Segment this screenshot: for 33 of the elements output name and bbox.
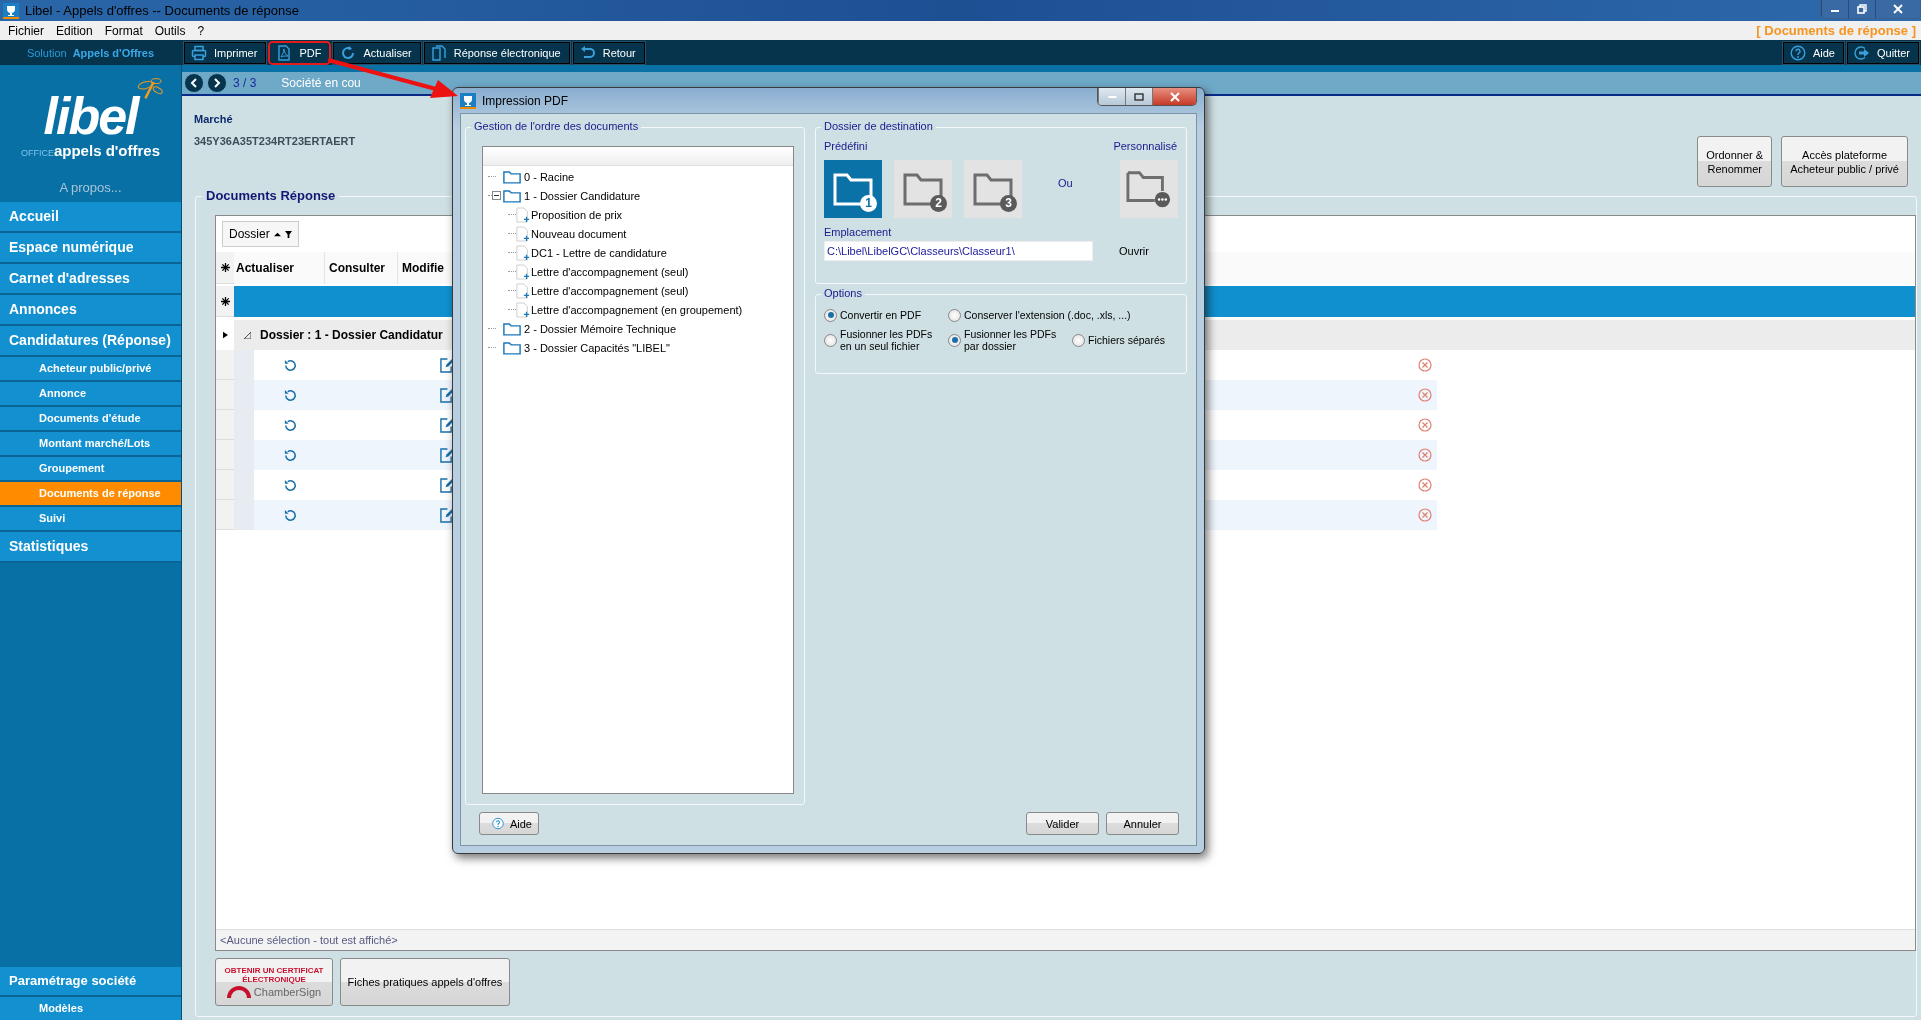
option-label: Fusionner les PDFs par dossier bbox=[964, 328, 1057, 352]
group-title: Gestion de l'ordre des documents bbox=[471, 120, 642, 132]
window-title: Libel - Appels d'offres -- Documents de réponse bbox=[25, 3, 299, 18]
option-label: Fusionner les PDFs en un seul fichier bbox=[840, 328, 933, 352]
group-title: Options bbox=[821, 287, 865, 299]
field-label: Emplacement bbox=[824, 226, 893, 238]
solution-label: Solution bbox=[26, 46, 67, 59]
group-title: Dossier de destination bbox=[821, 120, 936, 132]
section-label: Prédéfini bbox=[824, 140, 868, 152]
breadcrumb: [ Documents de réponse ] bbox=[1756, 23, 1916, 38]
option-label: Convertir en PDF bbox=[840, 309, 922, 321]
grid-status: <Aucune sélection - tout est affiché> bbox=[216, 929, 1915, 950]
option-label: Conserver l'extension (.doc, .xls, ...) bbox=[964, 309, 1131, 321]
solution-name: Appels d'Offres bbox=[72, 46, 155, 59]
field-value: 345Y36A35T234RT23ERTAERT bbox=[194, 135, 356, 147]
folder-badge: 2 bbox=[930, 195, 947, 212]
certificate-text: ÉLECTRONIQUE bbox=[242, 975, 306, 984]
section-label: Personnalisé bbox=[1113, 140, 1177, 152]
field-label: Marché bbox=[194, 113, 234, 125]
option-label: Fichiers séparés bbox=[1088, 334, 1166, 346]
certificate-brand: ChamberSign bbox=[253, 986, 322, 998]
dialog-title: Impression PDF bbox=[482, 93, 569, 108]
folder-badge: 1 bbox=[860, 195, 877, 212]
certificate-text: OBTENIR UN CERTIFICAT bbox=[224, 966, 324, 975]
logo-wordmark: libel bbox=[43, 90, 138, 142]
panel-title: Documents Réponse bbox=[202, 188, 340, 203]
folder-badge: 3 bbox=[1000, 195, 1017, 212]
group-row-label: Dossier : 1 - Dossier Candidatur bbox=[260, 328, 443, 342]
or-label: Ou bbox=[1058, 177, 1074, 189]
logo-prefix: OFFICE bbox=[20, 148, 54, 158]
logo-tagline: appels d'offres bbox=[53, 142, 161, 159]
record-position: 3 / 3 bbox=[233, 76, 257, 90]
company-label: Société en cou bbox=[281, 76, 361, 90]
